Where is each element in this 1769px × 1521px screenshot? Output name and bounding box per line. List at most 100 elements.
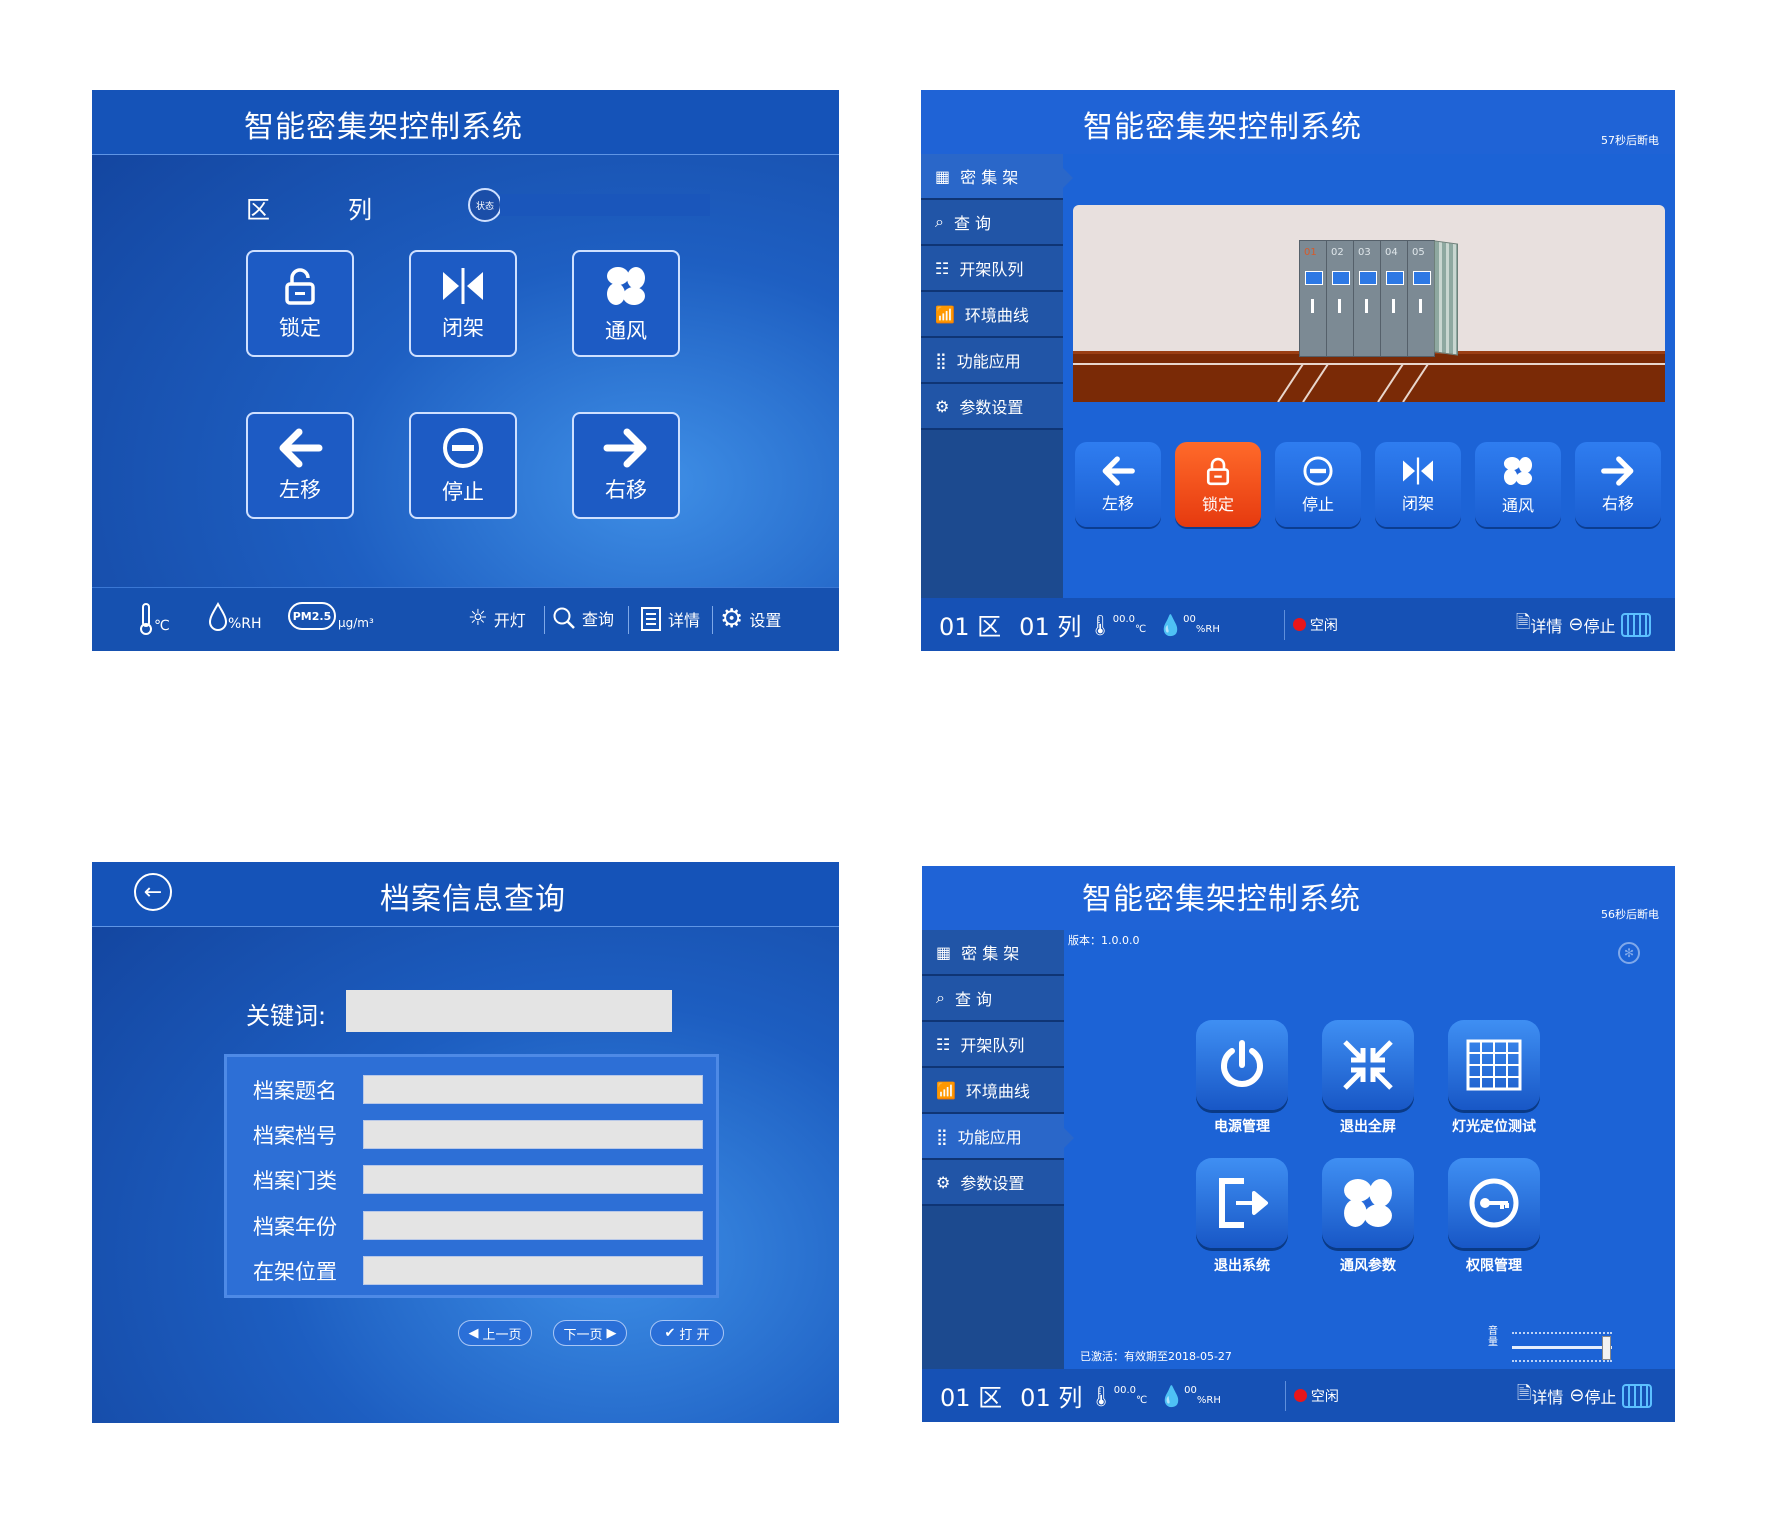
check-icon: ✔ xyxy=(664,1325,676,1341)
divider xyxy=(628,606,629,634)
shelf-screen xyxy=(1386,271,1404,285)
keyboard-icon[interactable] xyxy=(1621,612,1652,637)
prev-page-button[interactable]: ◀ 上一页 xyxy=(458,1320,532,1346)
next-page-button[interactable]: 下一页 ▶ xyxy=(553,1320,627,1346)
queue-icon: ☷ xyxy=(935,258,950,278)
archive-number-field[interactable] xyxy=(363,1120,703,1149)
stop-button[interactable]: 停止 xyxy=(1583,613,1615,637)
stop-button[interactable]: 停止 xyxy=(1584,1384,1616,1408)
triangle-left-icon: ◀ xyxy=(468,1325,479,1341)
app-title: 智能密集架控制系统 xyxy=(244,110,523,145)
light-button[interactable]: ☼ 开灯 xyxy=(468,606,526,631)
shelf-handle xyxy=(1419,299,1422,313)
status-dot xyxy=(1292,618,1306,631)
shelf-unit: 01 xyxy=(1299,240,1327,357)
active-indicator xyxy=(1063,168,1073,188)
sidebar-item-query[interactable]: ⌕ 查 询 xyxy=(921,200,1063,246)
document-icon: 🗎 xyxy=(1515,611,1531,633)
archive-category-field[interactable] xyxy=(363,1165,703,1194)
ventilate-button[interactable]: 通风 xyxy=(1475,442,1561,527)
keyboard-icon[interactable] xyxy=(1622,1383,1653,1408)
sidebar-item-env-curve[interactable]: 📶 环境曲线 xyxy=(922,1068,1064,1114)
move-right-button[interactable]: 右移 xyxy=(572,412,680,519)
stop-button[interactable]: 停止 xyxy=(409,412,517,519)
lock-label: 锁定 xyxy=(1201,494,1234,514)
lock-button[interactable]: 锁定 xyxy=(246,250,354,357)
shelf-grid-icon: ▦ xyxy=(936,942,952,962)
move-right-button[interactable]: 右移 xyxy=(1575,442,1661,527)
ventilation-params-button[interactable] xyxy=(1322,1158,1414,1248)
close-shelf-button[interactable]: 闭架 xyxy=(1375,442,1461,527)
pm25-unit: μg/m³ xyxy=(338,616,374,630)
exit-fullscreen-button[interactable] xyxy=(1322,1020,1414,1110)
sidebar-item-apps[interactable]: ⣿ 功能应用 xyxy=(921,338,1063,384)
gear-icon: ⚙ xyxy=(935,396,950,416)
bug-icon[interactable]: ✻ xyxy=(1618,942,1640,964)
back-arrow-icon[interactable]: ← xyxy=(134,873,172,911)
temperature-unit: ℃ xyxy=(1135,624,1147,635)
power-management-button[interactable] xyxy=(1196,1020,1288,1110)
chart-icon: 📶 xyxy=(935,304,955,324)
shelf-screen xyxy=(1305,271,1323,285)
open-button[interactable]: ✔ 打 开 xyxy=(650,1320,724,1346)
status-bar: 01 区 01 列 🌡 00.0 ℃ 💧 00 %RH 空闲 🗎 详情 ⊖ 停止 xyxy=(922,1369,1675,1422)
close-shelf-button[interactable]: 闭架 xyxy=(409,250,517,357)
move-left-button[interactable]: 左移 xyxy=(1075,442,1161,527)
sidebar-item-label: 密 集 架 xyxy=(961,944,1020,963)
move-right-label: 右移 xyxy=(1601,493,1634,513)
query-button[interactable]: 查询 xyxy=(552,606,614,630)
sidebar-item-settings[interactable]: ⚙ 参数设置 xyxy=(922,1160,1064,1206)
ventilate-button[interactable]: 通风 xyxy=(572,250,680,357)
sidebar-item-env-curve[interactable]: 📶 环境曲线 xyxy=(921,292,1063,338)
humidity-value: 00 xyxy=(1183,614,1196,625)
move-left-button[interactable]: 左移 xyxy=(246,412,354,519)
volume-thumb[interactable] xyxy=(1602,1336,1611,1360)
light-location-test-button[interactable] xyxy=(1448,1020,1540,1110)
sidebar-item-label: 开架队列 xyxy=(959,260,1024,279)
move-right-label: 右移 xyxy=(605,477,647,502)
detail-button[interactable]: 详情 xyxy=(1530,613,1562,637)
arrow-left-icon xyxy=(279,428,323,467)
sidebar-item-query[interactable]: ⌕ 查 询 xyxy=(922,976,1064,1022)
shelf-handle xyxy=(1311,299,1314,313)
volume-ticks xyxy=(1512,1360,1612,1366)
shelf-unit: 04 xyxy=(1380,240,1408,357)
arrow-left-icon xyxy=(1102,455,1135,486)
volume-slider[interactable] xyxy=(1512,1332,1616,1364)
sidebar-item-shelf[interactable]: ▦ 密 集 架 xyxy=(922,930,1064,976)
archive-year-field[interactable] xyxy=(363,1211,703,1240)
lock-button[interactable]: 锁定 xyxy=(1175,442,1261,527)
ventilate-label: 通风 xyxy=(605,318,647,343)
detail-button[interactable]: 详情 xyxy=(1531,1384,1563,1408)
activation-text: 已激活：有效期至2018-05-27 xyxy=(1080,1350,1232,1363)
sidebar-item-settings[interactable]: ⚙ 参数设置 xyxy=(921,384,1063,430)
stop-button[interactable]: 停止 xyxy=(1275,442,1361,527)
light-label: 开灯 xyxy=(493,610,526,630)
gear-icon: ⚙ xyxy=(720,604,744,634)
cloud-pm-icon: PM2.5 xyxy=(288,602,336,630)
shelf-handle xyxy=(1365,299,1368,313)
settings-button[interactable]: ⚙ 设置 xyxy=(720,604,781,634)
sidebar-item-queue[interactable]: ☷ 开架队列 xyxy=(921,246,1063,292)
archive-title-field[interactable] xyxy=(363,1075,703,1104)
volume-track xyxy=(1512,1346,1612,1349)
triangle-right-icon: ▶ xyxy=(606,1325,617,1341)
sidebar-item-shelf[interactable]: ▦ 密 集 架 xyxy=(921,154,1063,200)
field-label-location: 在架位置 xyxy=(253,1260,337,1284)
permission-management-button[interactable] xyxy=(1448,1158,1540,1248)
detail-button[interactable]: 详情 xyxy=(640,606,700,632)
column-value: 01 列 xyxy=(1019,613,1082,641)
sidebar-item-apps[interactable]: ⣿ 功能应用 xyxy=(922,1114,1064,1160)
sidebar-item-queue[interactable]: ☷ 开架队列 xyxy=(922,1022,1064,1068)
ventilate-label: 通风 xyxy=(1501,495,1534,515)
next-page-label: 下一页 xyxy=(563,1327,603,1343)
sidebar-item-label: 参数设置 xyxy=(959,398,1024,417)
temperature-value: 00.0 xyxy=(1113,1385,1136,1396)
archive-location-field[interactable] xyxy=(363,1256,703,1285)
exit-system-button[interactable] xyxy=(1196,1158,1288,1248)
header-bar: ← 档案信息查询 xyxy=(92,862,839,927)
lock-icon xyxy=(1206,457,1230,485)
power-management-label: 电源管理 xyxy=(1214,1119,1270,1135)
keyword-input[interactable] xyxy=(346,990,672,1032)
volume-ticks xyxy=(1512,1332,1612,1338)
